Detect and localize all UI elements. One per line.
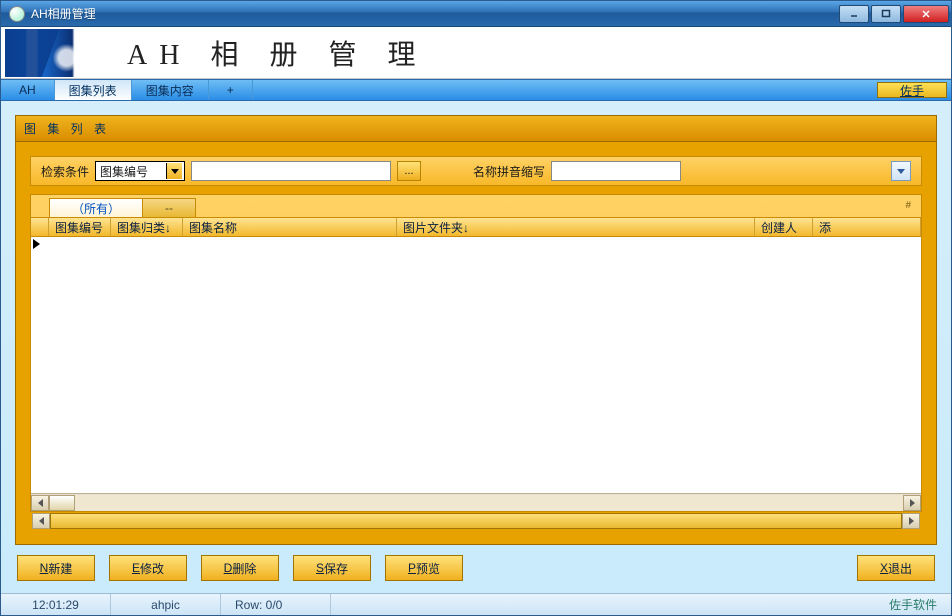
col-image-folder[interactable]: 图片文件夹↓ xyxy=(397,218,755,236)
search-condition-label: 检索条件 xyxy=(41,163,89,180)
grid-row-selector-col[interactable] xyxy=(31,218,49,236)
action-bar: N 新建 E 修改 D 删除 S 保存 P 预览 X 退出 xyxy=(15,545,937,583)
col-album-name[interactable]: 图集名称 xyxy=(183,218,397,236)
scroll-left-button[interactable] xyxy=(31,495,49,511)
minimize-button[interactable] xyxy=(839,5,869,23)
close-button[interactable] xyxy=(903,5,949,23)
pinyin-input[interactable] xyxy=(551,161,681,181)
delete-button[interactable]: D 删除 xyxy=(201,555,279,581)
search-field-select[interactable]: 图集编号 xyxy=(95,161,185,181)
banner: AH 相 册 管 理 xyxy=(1,27,951,79)
pinyin-label: 名称拼音缩写 xyxy=(473,163,545,180)
panel-h-scrollbar[interactable] xyxy=(30,512,922,530)
dropdown-arrow-icon xyxy=(166,163,182,179)
tab-album-list[interactable]: 图集列表 xyxy=(55,80,132,100)
chevron-down-icon xyxy=(897,169,905,174)
grid-hash: # xyxy=(905,198,917,217)
search-browse-button[interactable]: ... xyxy=(397,161,421,181)
status-row: Row: 0/0 xyxy=(221,594,331,615)
current-row-indicator-icon xyxy=(33,239,40,249)
scroll-track[interactable] xyxy=(49,495,903,511)
col-add[interactable]: 添 xyxy=(813,218,921,236)
work-area: 图 集 列 表 检索条件 图集编号 ... 名称拼音缩写 xyxy=(1,101,951,593)
exit-button[interactable]: X 退出 xyxy=(857,555,935,581)
status-time: 12:01:29 xyxy=(1,594,111,615)
col-creator[interactable]: 创建人 xyxy=(755,218,813,236)
panel-title: 图 集 列 表 xyxy=(16,116,936,142)
maximize-button[interactable] xyxy=(871,5,901,23)
grid-body[interactable] xyxy=(31,237,921,493)
banner-title: AH 相 册 管 理 xyxy=(127,33,427,73)
statusbar: 12:01:29 ahpic Row: 0/0 佐手软件 xyxy=(1,593,951,615)
search-options-dropdown[interactable] xyxy=(891,161,911,181)
grid-h-scrollbar[interactable] xyxy=(31,493,921,511)
search-row: 检索条件 图集编号 ... 名称拼音缩写 xyxy=(30,156,922,186)
titlebar: AH相册管理 xyxy=(1,1,951,27)
grid-tab-dash[interactable]: -- xyxy=(142,198,196,217)
grid: （所有） -- # 图集编号 图集归类↓ 图集名称 图片文件夹↓ 创建人 添 xyxy=(30,194,922,512)
search-field-value: 图集编号 xyxy=(100,163,148,180)
window-controls xyxy=(839,5,949,23)
panel-scroll-track[interactable] xyxy=(50,513,902,529)
new-button[interactable]: N 新建 xyxy=(17,555,95,581)
tab-album-content[interactable]: 图集内容 xyxy=(132,80,209,100)
save-button[interactable]: S 保存 xyxy=(293,555,371,581)
vendor-link[interactable]: 佐手 xyxy=(877,82,947,98)
status-brand: 佐手软件 xyxy=(875,594,951,615)
panel-scroll-right-button[interactable] xyxy=(902,513,920,529)
panel-scroll-thumb[interactable] xyxy=(50,513,902,529)
preview-button[interactable]: P 预览 xyxy=(385,555,463,581)
app-icon xyxy=(9,6,25,22)
panel-album-list: 图 集 列 表 检索条件 图集编号 ... 名称拼音缩写 xyxy=(15,115,937,545)
panel-scroll-left-button[interactable] xyxy=(32,513,50,529)
tabstrip: AH 图集列表 图集内容 + 佐手 xyxy=(1,79,951,101)
edit-button[interactable]: E 修改 xyxy=(109,555,187,581)
search-text-input[interactable] xyxy=(191,161,391,181)
tab-add[interactable]: + xyxy=(209,80,253,100)
grid-header: 图集编号 图集归类↓ 图集名称 图片文件夹↓ 创建人 添 xyxy=(31,217,921,237)
scroll-right-button[interactable] xyxy=(903,495,921,511)
grid-tabs: （所有） -- # xyxy=(31,195,921,217)
grid-tab-all[interactable]: （所有） xyxy=(49,198,143,217)
window-title: AH相册管理 xyxy=(31,5,839,22)
scroll-thumb[interactable] xyxy=(49,495,75,511)
status-app: ahpic xyxy=(111,594,221,615)
col-album-category[interactable]: 图集归类↓ xyxy=(111,218,183,236)
banner-logo xyxy=(5,29,117,77)
col-album-id[interactable]: 图集编号 xyxy=(49,218,111,236)
panel-body: 检索条件 图集编号 ... 名称拼音缩写 （所有） xyxy=(16,142,936,544)
tab-ah[interactable]: AH xyxy=(1,80,55,100)
app-window: AH相册管理 AH 相 册 管 理 AH 图集列表 图集内容 + 佐手 图 集 … xyxy=(0,0,952,616)
